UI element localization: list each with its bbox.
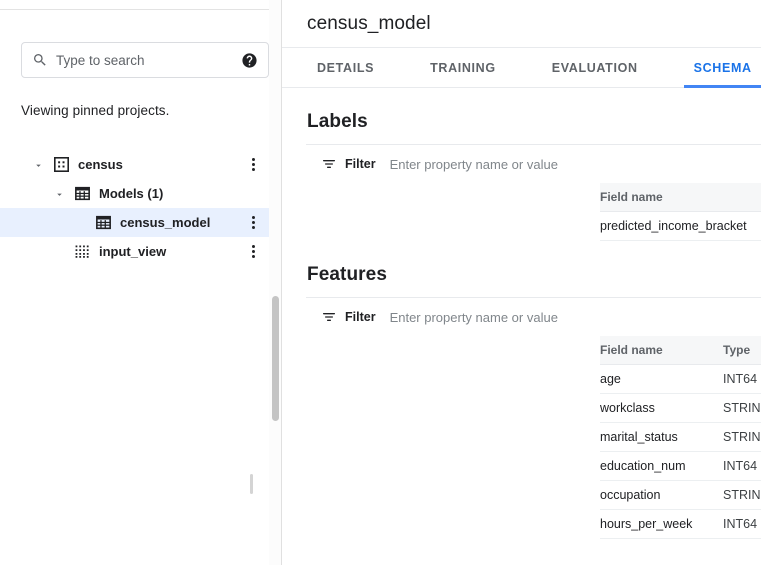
features-table-wrap: Field name Type Mode Description age INT…	[282, 336, 761, 539]
cell-type: STRING	[723, 422, 761, 452]
cell-type: INT64	[723, 509, 761, 539]
table-row[interactable]: occupation STRING NULLABLE	[600, 480, 761, 510]
tree-item-label: census_model	[120, 215, 211, 230]
features-table-body: age INT64 NULLABLE workclass STRING NULL…	[600, 364, 761, 539]
cell-field-name: education_num	[600, 451, 723, 481]
tree-item-models[interactable]: Models (1)	[0, 179, 270, 208]
labels-heading: Labels	[307, 111, 368, 132]
labels-table: Field name Type Mode Description predict…	[600, 183, 761, 241]
table-row[interactable]: workclass STRING NULLABLE	[600, 393, 761, 423]
tab-details[interactable]: DETAILS	[307, 48, 384, 87]
features-table: Field name Type Mode Description age INT…	[600, 336, 761, 539]
filter-icon[interactable]	[321, 156, 337, 172]
tree-item-menu-button[interactable]	[252, 156, 256, 174]
tab-evaluation[interactable]: EVALUATION	[542, 48, 648, 87]
search-input[interactable]	[56, 52, 241, 68]
table-header-row: Field name Type Mode Description	[600, 336, 761, 365]
filter-icon[interactable]	[321, 309, 337, 325]
cell-field-name: workclass	[600, 393, 723, 423]
features-heading: Features	[307, 264, 388, 285]
column-header-field-name[interactable]: Field name	[600, 183, 761, 212]
tree-item-menu-button[interactable]	[252, 243, 256, 261]
tab-bar: DETAILS TRAINING EVALUATION SCHEMA	[282, 48, 761, 88]
table-row[interactable]: hours_per_week INT64 NULLABLE	[600, 509, 761, 539]
cell-field-name: hours_per_week	[600, 509, 723, 539]
explorer-panel: Viewing pinned projects. census	[0, 0, 282, 565]
filter-label: Filter	[345, 310, 376, 324]
panel-top-divider	[0, 9, 270, 10]
page-title: census_model	[307, 12, 431, 34]
tree-item-census[interactable]: census	[0, 150, 270, 179]
filter-label: Filter	[345, 157, 376, 171]
detail-panel: census_model DETAILS TRAINING EVALUATION…	[282, 0, 761, 565]
table-header-row: Field name Type Mode Description	[600, 183, 761, 212]
caret-down-icon[interactable]	[54, 188, 65, 199]
search-box[interactable]	[21, 42, 269, 78]
cell-field-name: marital_status	[600, 422, 723, 452]
detail-header: census_model	[282, 0, 761, 48]
app-root: Viewing pinned projects. census	[0, 0, 761, 565]
features-filter-input[interactable]	[389, 309, 761, 325]
column-header-field-name[interactable]: Field name	[600, 336, 723, 365]
tree-item-census-model[interactable]: census_model	[0, 208, 270, 237]
tab-training[interactable]: TRAINING	[420, 48, 506, 87]
tab-schema[interactable]: SCHEMA	[683, 48, 761, 88]
cell-field-name: occupation	[600, 480, 723, 510]
help-circle-icon[interactable]	[241, 52, 258, 69]
explorer-scrollbar-thumb[interactable]	[272, 296, 279, 421]
cell-type: STRING	[723, 393, 761, 423]
tree-item-menu-button[interactable]	[252, 214, 256, 232]
tree-item-input-view[interactable]: input_view	[0, 237, 270, 266]
labels-table-wrap: Field name Type Mode Description predict…	[282, 183, 761, 241]
labels-filter-input[interactable]	[389, 156, 761, 172]
table-row[interactable]: education_num INT64 NULLABLE	[600, 451, 761, 481]
search-icon	[32, 52, 48, 68]
caret-down-icon[interactable]	[33, 159, 44, 170]
cell-type: INT64	[723, 451, 761, 481]
cell-type: STRING	[723, 480, 761, 510]
cell-field-name: predicted_income_bracket	[600, 211, 761, 241]
model-icon	[96, 215, 111, 230]
cell-type: INT64	[723, 364, 761, 394]
tree-item-label: input_view	[99, 244, 167, 259]
table-row[interactable]: predicted_income_bracket STRING NULLABLE	[600, 211, 761, 241]
tree-scrollbar-thumb[interactable]	[250, 474, 253, 494]
schema-content: Labels Filter Enter property name or val…	[282, 88, 761, 539]
cell-field-name: age	[600, 364, 723, 394]
panel-gutter	[269, 0, 281, 565]
model-table-icon	[75, 186, 90, 201]
tree-item-label: Models (1)	[99, 186, 164, 201]
view-icon	[75, 244, 90, 259]
labels-filter-bar: Filter	[306, 144, 761, 183]
viewing-note: Viewing pinned projects.	[21, 103, 170, 118]
tree-item-label: census	[78, 157, 123, 172]
project-tree: census Models (1) census_model input_vie…	[0, 150, 270, 266]
table-row[interactable]: age INT64 NULLABLE	[600, 364, 761, 394]
features-filter-bar: Filter	[306, 297, 761, 336]
table-row[interactable]: marital_status STRING NULLABLE	[600, 422, 761, 452]
project-icon	[53, 156, 70, 173]
column-header-type[interactable]: Type	[723, 336, 761, 365]
